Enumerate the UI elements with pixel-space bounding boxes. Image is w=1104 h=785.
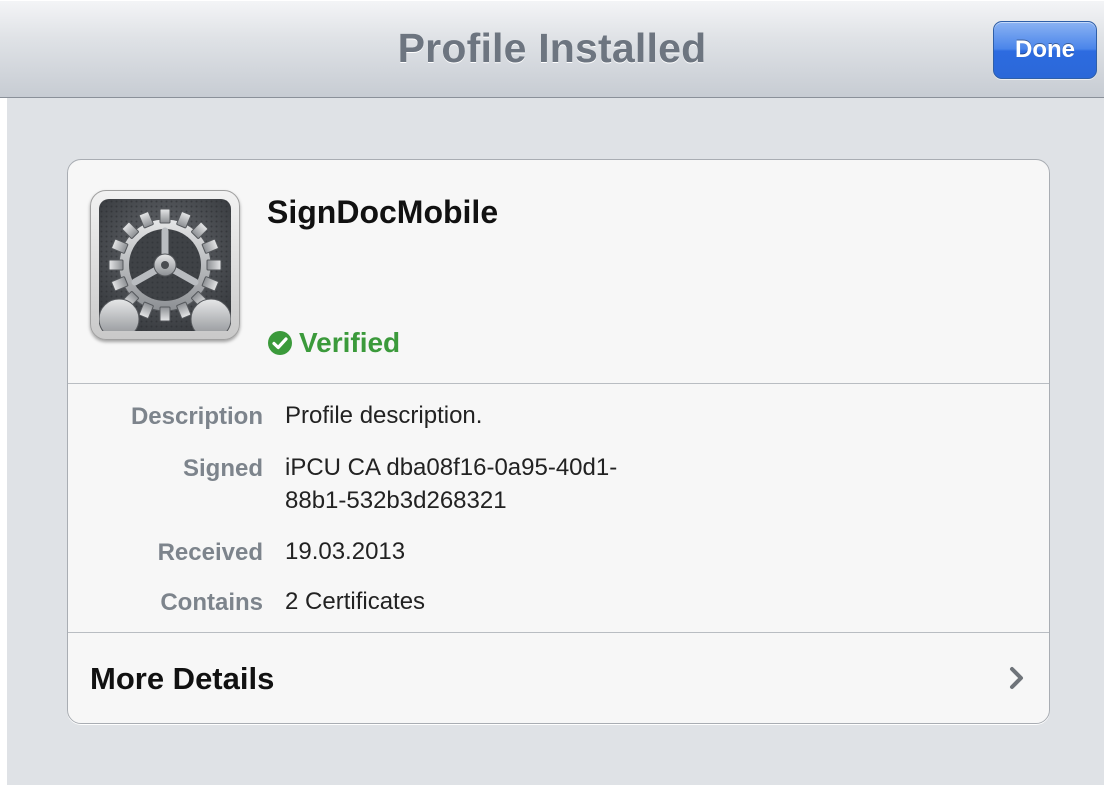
profile-name: SignDocMobile <box>267 194 499 230</box>
profile-details: Description Profile description. Signed … <box>68 384 1049 633</box>
checkmark-icon <box>267 330 293 356</box>
detail-value: 19.03.2013 <box>285 538 406 565</box>
chevron-right-icon <box>1007 666 1027 690</box>
done-button[interactable]: Done <box>993 21 1097 79</box>
profile-card: SignDocMobile Verified Description Profi… <box>67 159 1050 724</box>
verification-status: Verified <box>267 326 400 360</box>
profile-header: SignDocMobile Verified <box>68 160 1049 384</box>
navigation-bar: Profile Installed Done <box>0 0 1104 98</box>
detail-label: Contains <box>160 589 263 616</box>
detail-value: 2 Certificates <box>285 588 426 615</box>
verified-label: Verified <box>299 327 401 358</box>
detail-label: Received <box>157 539 263 566</box>
page-title: Profile Installed <box>397 25 707 71</box>
detail-label: Signed <box>182 455 263 482</box>
more-details-label: More Details <box>90 661 275 696</box>
detail-value-continued: 88b1-532b3d268321 <box>285 487 507 514</box>
more-details-row[interactable]: More Details <box>68 633 1049 723</box>
detail-value: iPCU CA dba08f16-0a95-40d1- <box>285 454 618 481</box>
detail-value: Profile description. <box>285 402 483 429</box>
detail-label: Description <box>130 403 263 430</box>
settings-gear-icon <box>90 190 240 340</box>
